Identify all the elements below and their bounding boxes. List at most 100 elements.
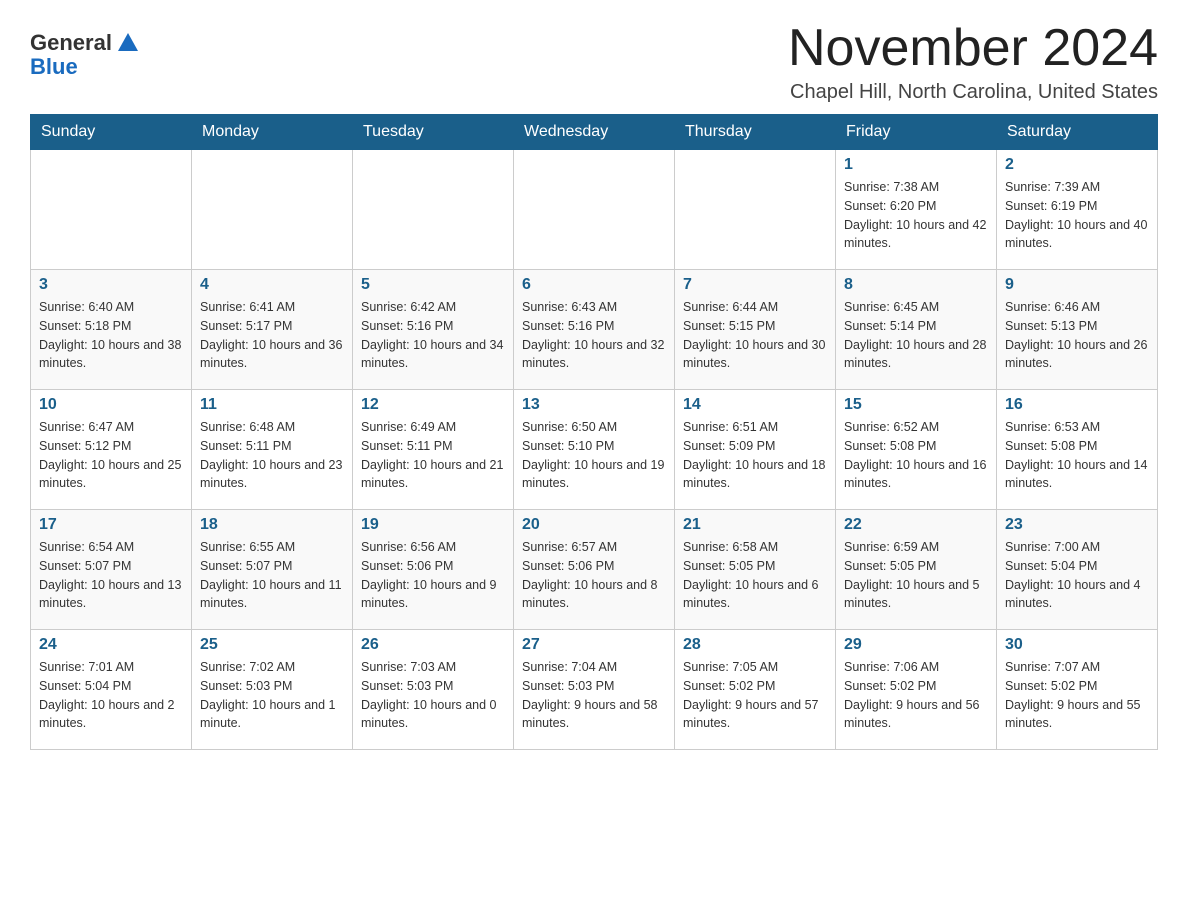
- calendar-cell: 9Sunrise: 6:46 AM Sunset: 5:13 PM Daylig…: [997, 270, 1158, 390]
- day-number: 8: [844, 276, 988, 294]
- day-info: Sunrise: 6:52 AM Sunset: 5:08 PM Dayligh…: [844, 418, 988, 493]
- calendar-week-row: 3Sunrise: 6:40 AM Sunset: 5:18 PM Daylig…: [31, 270, 1158, 390]
- day-info: Sunrise: 7:05 AM Sunset: 5:02 PM Dayligh…: [683, 658, 827, 733]
- calendar-cell: 8 Sunrise: 6:45 AM Sunset: 5:14 PM Daylig…: [836, 270, 997, 390]
- day-number: 24: [39, 636, 183, 654]
- calendar-cell: 6Sunrise: 6:43 AM Sunset: 5:16 PM Daylig…: [514, 270, 675, 390]
- day-info: Sunrise: 6:45 AM Sunset: 5:14 PM Dayligh…: [844, 298, 988, 373]
- day-number: 17: [39, 516, 183, 534]
- calendar-cell: 2 Sunrise: 7:39 AM Sunset: 6:19 PM Daylig…: [997, 150, 1158, 270]
- day-number: 1: [844, 156, 988, 174]
- day-info: Sunrise: 7:38 AM Sunset: 6:20 PM Dayligh…: [844, 178, 988, 253]
- weekday-header-friday: Friday: [836, 115, 997, 150]
- day-number: 18: [200, 516, 344, 534]
- calendar-cell: [675, 150, 836, 270]
- day-info: Sunrise: 6:53 AM Sunset: 5:08 PM Dayligh…: [1005, 418, 1149, 493]
- calendar-cell: 25Sunrise: 7:02 AM Sunset: 5:03 PM Dayli…: [192, 630, 353, 750]
- page-header: General Blue November 2024 Chapel Hill, …: [30, 20, 1158, 104]
- day-info: Sunrise: 6:58 AM Sunset: 5:05 PM Dayligh…: [683, 538, 827, 613]
- day-number: 15: [844, 396, 988, 414]
- weekday-header-saturday: Saturday: [997, 115, 1158, 150]
- calendar-cell: 20 Sunrise: 6:57 AM Sunset: 5:06 PM Dayli…: [514, 510, 675, 630]
- day-number: 16: [1005, 396, 1149, 414]
- calendar-cell: 10 Sunrise: 6:47 AM Sunset: 5:12 PM Dayli…: [31, 390, 192, 510]
- calendar-cell: [514, 150, 675, 270]
- calendar-cell: 16 Sunrise: 6:53 AM Sunset: 5:08 PM Dayli…: [997, 390, 1158, 510]
- calendar-cell: [31, 150, 192, 270]
- calendar-cell: 28 Sunrise: 7:05 AM Sunset: 5:02 PM Dayli…: [675, 630, 836, 750]
- title-area: November 2024 Chapel Hill, North Carolin…: [788, 20, 1158, 104]
- calendar-week-row: 24 Sunrise: 7:01 AM Sunset: 5:04 PM Dayli…: [31, 630, 1158, 750]
- calendar-cell: 7 Sunrise: 6:44 AM Sunset: 5:15 PM Daylig…: [675, 270, 836, 390]
- calendar-cell: 11 Sunrise: 6:48 AM Sunset: 5:11 PM Dayli…: [192, 390, 353, 510]
- day-number: 4: [200, 276, 344, 294]
- calendar-cell: [192, 150, 353, 270]
- day-number: 23: [1005, 516, 1149, 534]
- weekday-header-wednesday: Wednesday: [514, 115, 675, 150]
- day-info: Sunrise: 7:06 AM Sunset: 5:02 PM Dayligh…: [844, 658, 988, 733]
- day-number: 11: [200, 396, 344, 414]
- calendar-cell: 22 Sunrise: 6:59 AM Sunset: 5:05 PM Dayli…: [836, 510, 997, 630]
- day-number: 22: [844, 516, 988, 534]
- calendar-cell: 19Sunrise: 6:56 AM Sunset: 5:06 PM Dayli…: [353, 510, 514, 630]
- day-number: 7: [683, 276, 827, 294]
- day-info: Sunrise: 6:47 AM Sunset: 5:12 PM Dayligh…: [39, 418, 183, 493]
- weekday-header-monday: Monday: [192, 115, 353, 150]
- day-number: 30: [1005, 636, 1149, 654]
- day-info: Sunrise: 6:51 AM Sunset: 5:09 PM Dayligh…: [683, 418, 827, 493]
- calendar-cell: 3Sunrise: 6:40 AM Sunset: 5:18 PM Daylig…: [31, 270, 192, 390]
- calendar-cell: 23 Sunrise: 7:00 AM Sunset: 5:04 PM Dayli…: [997, 510, 1158, 630]
- logo: General Blue: [30, 20, 138, 80]
- day-info: Sunrise: 6:43 AM Sunset: 5:16 PM Dayligh…: [522, 298, 666, 373]
- calendar-cell: [353, 150, 514, 270]
- calendar-week-row: 1 Sunrise: 7:38 AM Sunset: 6:20 PM Daylig…: [31, 150, 1158, 270]
- day-number: 13: [522, 396, 666, 414]
- day-info: Sunrise: 6:50 AM Sunset: 5:10 PM Dayligh…: [522, 418, 666, 493]
- logo-blue-text: Blue: [30, 54, 78, 80]
- calendar-cell: 21 Sunrise: 6:58 AM Sunset: 5:05 PM Dayli…: [675, 510, 836, 630]
- calendar-cell: 17Sunrise: 6:54 AM Sunset: 5:07 PM Dayli…: [31, 510, 192, 630]
- calendar-cell: 30Sunrise: 7:07 AM Sunset: 5:02 PM Dayli…: [997, 630, 1158, 750]
- day-number: 12: [361, 396, 505, 414]
- day-info: Sunrise: 6:48 AM Sunset: 5:11 PM Dayligh…: [200, 418, 344, 493]
- location-subtitle: Chapel Hill, North Carolina, United Stat…: [788, 81, 1158, 104]
- day-number: 10: [39, 396, 183, 414]
- day-info: Sunrise: 7:00 AM Sunset: 5:04 PM Dayligh…: [1005, 538, 1149, 613]
- day-info: Sunrise: 6:41 AM Sunset: 5:17 PM Dayligh…: [200, 298, 344, 373]
- day-number: 27: [522, 636, 666, 654]
- weekday-header-sunday: Sunday: [31, 115, 192, 150]
- day-number: 26: [361, 636, 505, 654]
- calendar-cell: 29 Sunrise: 7:06 AM Sunset: 5:02 PM Dayli…: [836, 630, 997, 750]
- calendar-cell: 24 Sunrise: 7:01 AM Sunset: 5:04 PM Dayli…: [31, 630, 192, 750]
- logo-triangle-icon: [118, 33, 138, 51]
- day-info: Sunrise: 6:55 AM Sunset: 5:07 PM Dayligh…: [200, 538, 344, 613]
- calendar-cell: 5 Sunrise: 6:42 AM Sunset: 5:16 PM Daylig…: [353, 270, 514, 390]
- calendar-cell: 15 Sunrise: 6:52 AM Sunset: 5:08 PM Dayli…: [836, 390, 997, 510]
- calendar-cell: 14Sunrise: 6:51 AM Sunset: 5:09 PM Dayli…: [675, 390, 836, 510]
- day-number: 28: [683, 636, 827, 654]
- day-info: Sunrise: 7:02 AM Sunset: 5:03 PM Dayligh…: [200, 658, 344, 733]
- day-info: Sunrise: 6:42 AM Sunset: 5:16 PM Dayligh…: [361, 298, 505, 373]
- day-info: Sunrise: 7:39 AM Sunset: 6:19 PM Dayligh…: [1005, 178, 1149, 253]
- calendar-cell: 1 Sunrise: 7:38 AM Sunset: 6:20 PM Daylig…: [836, 150, 997, 270]
- day-number: 2: [1005, 156, 1149, 174]
- calendar-cell: 13 Sunrise: 6:50 AM Sunset: 5:10 PM Dayli…: [514, 390, 675, 510]
- calendar-cell: 12Sunrise: 6:49 AM Sunset: 5:11 PM Dayli…: [353, 390, 514, 510]
- day-number: 29: [844, 636, 988, 654]
- day-number: 20: [522, 516, 666, 534]
- calendar-week-row: 10 Sunrise: 6:47 AM Sunset: 5:12 PM Dayli…: [31, 390, 1158, 510]
- day-number: 5: [361, 276, 505, 294]
- weekday-header-tuesday: Tuesday: [353, 115, 514, 150]
- day-info: Sunrise: 6:44 AM Sunset: 5:15 PM Dayligh…: [683, 298, 827, 373]
- day-info: Sunrise: 6:40 AM Sunset: 5:18 PM Dayligh…: [39, 298, 183, 373]
- calendar-cell: 18 Sunrise: 6:55 AM Sunset: 5:07 PM Dayli…: [192, 510, 353, 630]
- calendar-cell: 26Sunrise: 7:03 AM Sunset: 5:03 PM Dayli…: [353, 630, 514, 750]
- day-number: 19: [361, 516, 505, 534]
- calendar-table: SundayMondayTuesdayWednesdayThursdayFrid…: [30, 114, 1158, 750]
- day-info: Sunrise: 6:57 AM Sunset: 5:06 PM Dayligh…: [522, 538, 666, 613]
- calendar-week-row: 17Sunrise: 6:54 AM Sunset: 5:07 PM Dayli…: [31, 510, 1158, 630]
- day-info: Sunrise: 6:59 AM Sunset: 5:05 PM Dayligh…: [844, 538, 988, 613]
- day-number: 21: [683, 516, 827, 534]
- day-info: Sunrise: 7:01 AM Sunset: 5:04 PM Dayligh…: [39, 658, 183, 733]
- logo-general-label: General: [30, 30, 112, 56]
